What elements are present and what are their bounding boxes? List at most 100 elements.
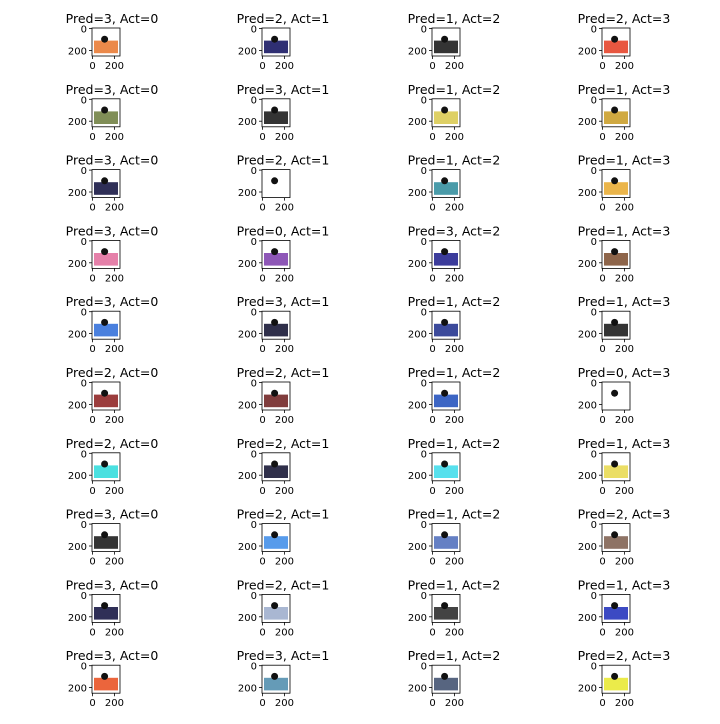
y-tick-label: 200 <box>68 471 87 482</box>
x-tick-label: 200 <box>105 61 124 72</box>
image-region <box>94 677 118 691</box>
y-tick-label: 0 <box>81 25 87 36</box>
subplot: Pred=3, Act=102000 200 <box>237 648 330 709</box>
image-object <box>271 318 279 326</box>
subplot-title: Pred=3, Act=0 <box>66 82 159 97</box>
y-tick-label: 200 <box>408 400 427 411</box>
x-tick-label: 200 <box>445 203 464 214</box>
x-tick-label: 200 <box>275 627 294 638</box>
x-tick-label: 0 <box>259 557 265 568</box>
subplot: Pred=2, Act=302000 200 <box>578 11 671 72</box>
subplot: Pred=1, Act=302000 200 <box>578 82 671 143</box>
subplot: Pred=2, Act=102000 200 <box>237 365 330 426</box>
y-tick-label: 0 <box>81 662 87 673</box>
image-object <box>101 460 109 468</box>
x-tick-label: 0 <box>429 273 435 284</box>
image-object <box>271 389 279 397</box>
subplot: Pred=3, Act=002000 200 <box>66 223 159 284</box>
y-tick-label: 0 <box>81 379 87 390</box>
y-tick-label: 0 <box>421 379 427 390</box>
image-region <box>604 253 628 266</box>
subplot: Pred=3, Act=102000 200 <box>237 82 330 143</box>
image-object <box>101 672 109 680</box>
y-tick-label: 200 <box>578 330 597 341</box>
y-tick-label: 0 <box>421 308 427 319</box>
image-region <box>264 677 288 691</box>
image-region <box>264 536 288 549</box>
subplot-title: Pred=3, Act=0 <box>66 507 159 522</box>
y-tick-label: 0 <box>591 95 597 106</box>
y-tick-label: 0 <box>421 449 427 460</box>
x-tick-label: 200 <box>615 344 634 355</box>
subplot: Pred=1, Act=202000 200 <box>408 11 501 72</box>
y-tick-label: 200 <box>68 188 87 199</box>
x-tick-label: 0 <box>89 627 95 638</box>
x-tick-label: 200 <box>105 557 124 568</box>
x-tick-label: 200 <box>445 273 464 284</box>
y-tick-label: 200 <box>578 471 597 482</box>
y-tick-label: 200 <box>68 259 87 270</box>
image-region <box>94 536 118 549</box>
y-tick-label: 0 <box>591 237 597 248</box>
image-region <box>94 253 118 266</box>
y-tick-label: 200 <box>68 613 87 624</box>
x-tick-label: 200 <box>275 203 294 214</box>
x-tick-label: 200 <box>445 132 464 143</box>
y-tick-label: 0 <box>591 308 597 319</box>
image-region <box>264 111 288 124</box>
y-tick-label: 200 <box>238 542 257 553</box>
y-tick-label: 0 <box>81 449 87 460</box>
image-region <box>434 607 458 620</box>
subplot: Pred=2, Act=002000 200 <box>66 365 159 426</box>
image-object <box>441 106 449 114</box>
x-tick-label: 0 <box>599 415 605 426</box>
x-tick-label: 200 <box>445 344 464 355</box>
x-tick-label: 200 <box>445 415 464 426</box>
subplot-title: Pred=3, Act=0 <box>66 11 159 26</box>
y-tick-label: 0 <box>421 95 427 106</box>
image-object <box>611 389 619 397</box>
x-tick-label: 0 <box>429 344 435 355</box>
y-tick-label: 200 <box>68 46 87 57</box>
x-tick-label: 200 <box>105 203 124 214</box>
subplot-title: Pred=3, Act=0 <box>66 577 159 592</box>
x-tick-label: 200 <box>275 273 294 284</box>
y-tick-label: 0 <box>421 662 427 673</box>
y-tick-label: 0 <box>421 166 427 177</box>
subplot: Pred=1, Act=202000 200 <box>408 365 501 426</box>
x-tick-label: 200 <box>105 698 124 709</box>
y-tick-label: 200 <box>238 471 257 482</box>
subplot: Pred=1, Act=202000 200 <box>408 648 501 709</box>
subplot-title: Pred=3, Act=0 <box>66 294 159 309</box>
y-tick-label: 0 <box>81 237 87 248</box>
y-tick-label: 200 <box>68 684 87 695</box>
image-region <box>94 182 118 195</box>
subplot: Pred=2, Act=102000 200 <box>237 11 330 72</box>
x-tick-label: 200 <box>615 415 634 426</box>
y-tick-label: 200 <box>408 117 427 128</box>
x-tick-label: 0 <box>429 61 435 72</box>
image-region <box>434 465 458 478</box>
x-tick-label: 0 <box>429 132 435 143</box>
image-object <box>101 318 109 326</box>
image-object <box>611 672 619 680</box>
y-tick-label: 0 <box>251 662 257 673</box>
image-region <box>434 394 458 408</box>
y-tick-label: 200 <box>68 330 87 341</box>
y-tick-label: 200 <box>408 259 427 270</box>
y-tick-label: 200 <box>578 613 597 624</box>
y-tick-label: 0 <box>251 95 257 106</box>
y-tick-label: 0 <box>251 449 257 460</box>
image-object <box>271 531 279 539</box>
y-tick-label: 200 <box>68 400 87 411</box>
image-region <box>264 253 288 266</box>
x-tick-label: 200 <box>445 698 464 709</box>
subplot: Pred=3, Act=002000 200 <box>66 11 159 72</box>
x-tick-label: 200 <box>275 415 294 426</box>
x-tick-label: 0 <box>89 698 95 709</box>
image-object <box>271 35 279 43</box>
image-region <box>434 323 458 337</box>
x-tick-label: 0 <box>89 61 95 72</box>
y-tick-label: 0 <box>251 591 257 602</box>
x-tick-label: 200 <box>445 61 464 72</box>
